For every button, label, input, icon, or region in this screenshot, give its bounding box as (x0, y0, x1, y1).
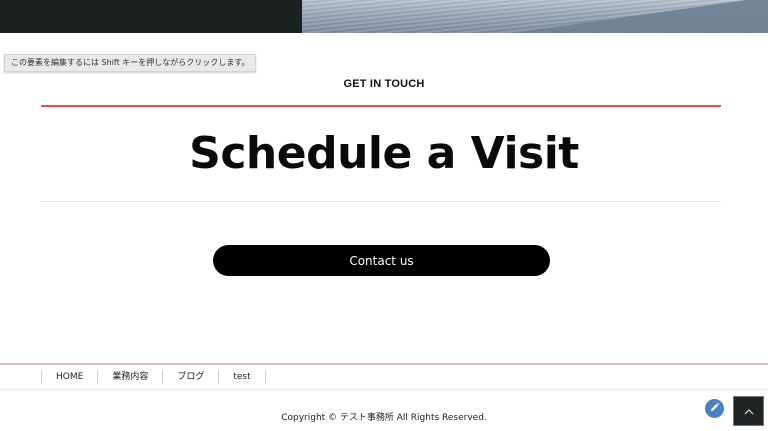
page: この要素を編集するには Shift キーを押しながらクリックします。 GET I… (0, 0, 768, 431)
section-title: Schedule a Visit (189, 128, 579, 179)
accent-divider (41, 105, 721, 107)
pencil-icon (709, 400, 720, 418)
back-to-top-button[interactable] (733, 396, 764, 426)
footer-nav-blog[interactable]: ブログ (162, 370, 218, 384)
section-eyebrow: GET IN TOUCH (343, 78, 425, 90)
copyright-text: Copyright © テスト事務所 All Rights Reserved. (281, 413, 487, 423)
footer-divider (0, 389, 768, 390)
footer-top-border (0, 363, 768, 365)
banner-dark-panel (0, 0, 302, 33)
footer-nav: HOME 業務内容 ブログ test (41, 370, 266, 384)
contact-us-button[interactable]: Contact us (213, 245, 550, 276)
header-banner (0, 0, 768, 33)
footer-nav-services[interactable]: 業務内容 (97, 370, 162, 384)
chevron-up-icon (744, 402, 754, 420)
banner-image (302, 0, 768, 33)
edit-hint-tooltip: この要素を編集するには Shift キーを押しながらクリックします。 (4, 54, 257, 72)
section-divider (41, 201, 721, 202)
edit-button[interactable] (705, 399, 724, 418)
footer-nav-home[interactable]: HOME (41, 370, 97, 384)
footer-nav-test[interactable]: test (218, 370, 266, 384)
